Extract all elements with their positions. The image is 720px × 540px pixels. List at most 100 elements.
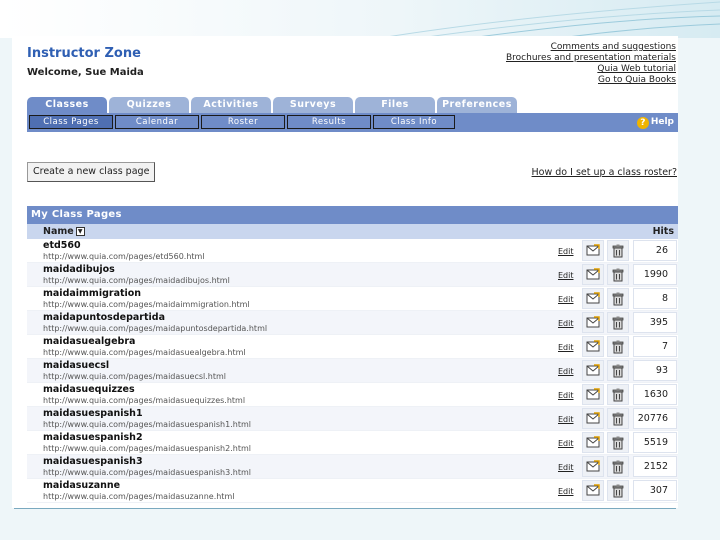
hits-count: 7 — [633, 336, 677, 357]
delete-page-button[interactable] — [607, 312, 629, 333]
tab-surveys[interactable]: Surveys — [273, 97, 353, 113]
class-page-name[interactable]: maidadibujos — [43, 264, 115, 275]
hits-count: 1990 — [633, 264, 677, 285]
class-page-row: maidaimmigration http://www.quia.com/page… — [27, 287, 678, 311]
subtab-results[interactable]: Results — [287, 115, 371, 129]
delete-page-button[interactable] — [607, 480, 629, 501]
hits-count: 307 — [633, 480, 677, 501]
edit-link[interactable]: Edit — [558, 391, 574, 400]
edit-link[interactable]: Edit — [558, 367, 574, 376]
class-page-url[interactable]: http://www.quia.com/pages/maidasuespanis… — [43, 468, 251, 477]
hits-count: 2152 — [633, 456, 677, 477]
delete-page-button[interactable] — [607, 432, 629, 453]
email-page-button[interactable] — [582, 384, 604, 405]
email-page-button[interactable] — [582, 456, 604, 477]
class-page-url[interactable]: http://www.quia.com/pages/maidasuealgebr… — [43, 348, 246, 357]
delete-page-button[interactable] — [607, 456, 629, 477]
roster-help-link[interactable]: How do I set up a class roster? — [532, 167, 677, 178]
edit-link[interactable]: Edit — [558, 247, 574, 256]
email-page-button[interactable] — [582, 288, 604, 309]
class-page-name[interactable]: maidasuzanne — [43, 480, 120, 491]
slide-divider — [14, 508, 676, 509]
slide-bottom-decoration — [0, 508, 720, 540]
edit-link[interactable]: Edit — [558, 271, 574, 280]
delete-page-button[interactable] — [607, 264, 629, 285]
subtab-class-pages[interactable]: Class Pages — [29, 115, 113, 129]
class-page-url[interactable]: http://www.quia.com/pages/maidasuequizze… — [43, 396, 245, 405]
class-page-name[interactable]: maidasuealgebra — [43, 336, 135, 347]
tab-activities[interactable]: Activities — [191, 97, 271, 113]
name-column-header[interactable]: Name ▼ — [43, 224, 85, 239]
class-page-row: maidasuzanne http://www.quia.com/pages/ma… — [27, 479, 678, 503]
hits-count: 93 — [633, 360, 677, 381]
class-page-row: maidasuealgebra http://www.quia.com/pages… — [27, 335, 678, 359]
class-page-name[interactable]: etd560 — [43, 240, 81, 251]
edit-link[interactable]: Edit — [558, 295, 574, 304]
edit-link[interactable]: Edit — [558, 463, 574, 472]
main-tabs: Classes Quizzes Activities Surveys Files… — [27, 97, 519, 113]
class-page-name[interactable]: maidapuntosdepartida — [43, 312, 165, 323]
class-page-url[interactable]: http://www.quia.com/pages/maidadibujos.h… — [43, 276, 230, 285]
class-page-name[interactable]: maidasuespanish1 — [43, 408, 143, 419]
edit-link[interactable]: Edit — [558, 439, 574, 448]
delete-page-button[interactable] — [607, 408, 629, 429]
sort-down-icon[interactable]: ▼ — [75, 227, 85, 236]
email-page-button[interactable] — [582, 264, 604, 285]
class-page-url[interactable]: http://www.quia.com/pages/maidaimmigrati… — [43, 300, 250, 309]
delete-page-button[interactable] — [607, 240, 629, 261]
class-page-name[interactable]: maidasuespanish3 — [43, 456, 143, 467]
class-page-url[interactable]: http://www.quia.com/pages/maidasuespanis… — [43, 420, 251, 429]
name-column-label: Name — [43, 226, 74, 237]
edit-link[interactable]: Edit — [558, 415, 574, 424]
class-page-name[interactable]: maidasuespanish2 — [43, 432, 143, 443]
delete-page-button[interactable] — [607, 288, 629, 309]
email-page-button[interactable] — [582, 408, 604, 429]
class-page-name[interactable]: maidaimmigration — [43, 288, 141, 299]
class-page-url[interactable]: http://www.quia.com/pages/maidapuntosdep… — [43, 324, 267, 333]
class-page-url[interactable]: http://www.quia.com/pages/maidasuzanne.h… — [43, 492, 234, 501]
edit-link[interactable]: Edit — [558, 319, 574, 328]
welcome-message: Welcome, Sue Maida — [27, 67, 144, 78]
tab-files[interactable]: Files — [355, 97, 435, 113]
edit-link[interactable]: Edit — [558, 487, 574, 496]
email-page-button[interactable] — [582, 480, 604, 501]
create-class-page-button[interactable]: Create a new class page — [27, 162, 156, 182]
class-pages-column-header: Name ▼ Hits — [27, 224, 678, 239]
hits-count: 8 — [633, 288, 677, 309]
edit-link[interactable]: Edit — [558, 343, 574, 352]
tab-quizzes[interactable]: Quizzes — [109, 97, 189, 113]
delete-page-button[interactable] — [607, 336, 629, 357]
class-page-row: maidapuntosdepartida http://www.quia.com/… — [27, 311, 678, 335]
hits-count: 20776 — [633, 408, 677, 429]
brochures-link[interactable]: Brochures and presentation materials — [506, 53, 676, 64]
class-page-url[interactable]: http://www.quia.com/pages/maidasuespanis… — [43, 444, 251, 453]
sub-navigation-bar: Class Pages Calendar Roster Results Clas… — [27, 113, 678, 132]
subtab-calendar[interactable]: Calendar — [115, 115, 199, 129]
hits-column-header: Hits — [652, 226, 674, 237]
help-label: Help — [650, 117, 674, 127]
class-page-name[interactable]: maidasuequizzes — [43, 384, 135, 395]
brand-title: Instructor Zone — [27, 46, 141, 61]
email-page-button[interactable] — [582, 336, 604, 357]
class-page-url[interactable]: http://www.quia.com/pages/maidasuecsl.ht… — [43, 372, 226, 381]
class-page-name[interactable]: maidasuecsl — [43, 360, 109, 371]
slide-top-decoration — [0, 0, 720, 38]
help-button[interactable]: ? Help — [636, 115, 674, 130]
email-page-button[interactable] — [582, 360, 604, 381]
quia-books-link[interactable]: Go to Quia Books — [506, 75, 676, 86]
instructor-zone-panel: Instructor Zone Welcome, Sue Maida Comme… — [12, 36, 678, 508]
delete-page-button[interactable] — [607, 384, 629, 405]
email-page-button[interactable] — [582, 240, 604, 261]
tab-classes[interactable]: Classes — [27, 97, 107, 113]
email-page-button[interactable] — [582, 312, 604, 333]
delete-page-button[interactable] — [607, 360, 629, 381]
tab-preferences[interactable]: Preferences — [437, 97, 517, 113]
class-page-url[interactable]: http://www.quia.com/pages/etd560.html — [43, 252, 205, 261]
subtab-roster[interactable]: Roster — [201, 115, 285, 129]
subtab-class-info[interactable]: Class Info — [373, 115, 455, 129]
slide-left-decoration — [0, 38, 12, 518]
email-page-button[interactable] — [582, 432, 604, 453]
tutorial-link[interactable]: Quia Web tutorial — [506, 64, 676, 75]
comments-link[interactable]: Comments and suggestions — [506, 42, 676, 53]
class-page-row: etd560 http://www.quia.com/pages/etd560.h… — [27, 239, 678, 263]
